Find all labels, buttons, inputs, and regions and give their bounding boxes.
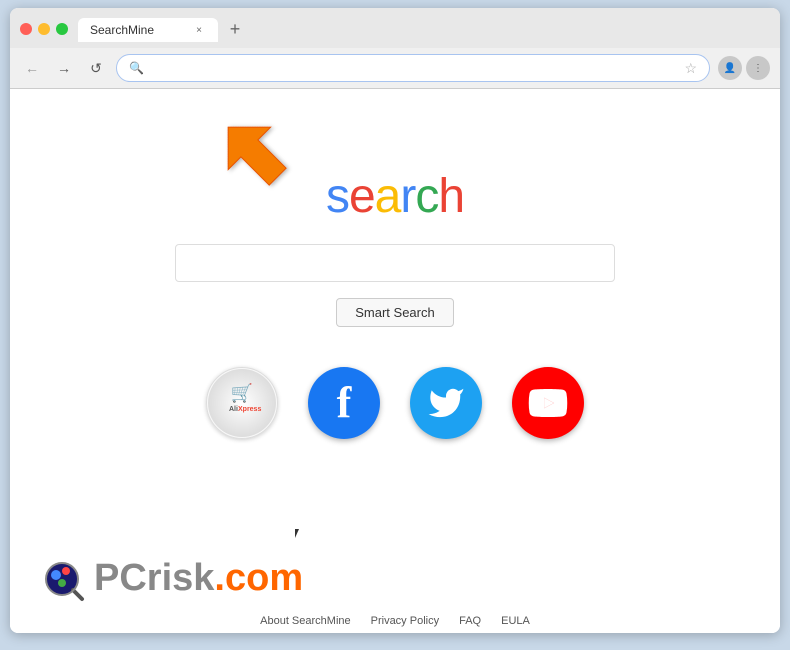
arrow-container xyxy=(210,109,310,214)
reload-button[interactable]: ↺ xyxy=(84,56,108,80)
svg-text:Ali: Ali xyxy=(229,406,238,413)
facebook-shortcut[interactable]: f xyxy=(308,367,380,439)
address-bar[interactable]: 🔍 ☆ xyxy=(116,54,710,82)
mouse-cursor xyxy=(295,529,301,539)
tab-title: SearchMine xyxy=(90,23,154,37)
minimize-button[interactable] xyxy=(38,23,50,35)
logo-letter-a: a xyxy=(375,170,401,223)
smart-search-button[interactable]: Smart Search xyxy=(336,298,453,327)
browser-window: SearchMine × + ← → ↺ 🔍 ☆ 👤 ⋮ xyxy=(10,8,780,633)
orange-arrow-icon xyxy=(210,109,310,209)
address-input[interactable] xyxy=(150,61,678,76)
twitter-shortcut[interactable] xyxy=(410,367,482,439)
menu-icon[interactable]: ⋮ xyxy=(746,56,770,80)
svg-text:Xpress: Xpress xyxy=(238,406,261,413)
svg-text:🛒: 🛒 xyxy=(231,382,253,403)
com-part: .com xyxy=(214,557,303,599)
footer-links: About SearchMine Privacy Policy FAQ EULA xyxy=(10,615,780,627)
forward-icon: → xyxy=(57,60,71,76)
profile-icon[interactable]: 👤 xyxy=(718,56,742,80)
search-input[interactable] xyxy=(175,244,615,282)
address-search-icon: 🔍 xyxy=(129,61,144,75)
risk-part: risk xyxy=(147,557,215,599)
aliexpress-shortcut[interactable]: 🛒 Ali Xpress xyxy=(206,367,278,439)
page-content: search Smart Search xyxy=(10,89,780,633)
forward-button[interactable]: → xyxy=(52,56,76,80)
tab-close-button[interactable]: × xyxy=(192,23,206,37)
pc-part: PC xyxy=(94,557,147,599)
close-button[interactable] xyxy=(20,23,32,35)
twitter-bird-icon xyxy=(427,384,465,422)
logo-letter-h: h xyxy=(438,170,464,223)
logo-letter-c: c xyxy=(415,170,438,223)
eula-link[interactable]: EULA xyxy=(501,615,530,627)
aliexpress-icon: 🛒 Ali Xpress xyxy=(208,369,276,437)
toolbar-icons: 👤 ⋮ xyxy=(718,56,770,80)
pcrisk-text: PCrisk.com xyxy=(94,557,303,600)
search-logo: search xyxy=(326,169,464,224)
reload-icon: ↺ xyxy=(90,60,102,77)
logo-letter-r: r xyxy=(400,170,415,223)
maximize-button[interactable] xyxy=(56,23,68,35)
pcrisk-logo: PCrisk.com xyxy=(40,553,303,603)
address-bar-container: ← → ↺ 🔍 ☆ 👤 ⋮ xyxy=(10,48,780,89)
privacy-policy-link[interactable]: Privacy Policy xyxy=(371,615,439,627)
pcrisk-logo-icon xyxy=(40,553,90,603)
logo-letter-e: e xyxy=(349,170,375,223)
back-icon: ← xyxy=(25,60,39,76)
faq-link[interactable]: FAQ xyxy=(459,615,481,627)
tab-bar: SearchMine × + xyxy=(78,16,248,42)
active-tab[interactable]: SearchMine × xyxy=(78,18,218,42)
search-input-wrapper xyxy=(175,244,615,282)
title-bar: SearchMine × + xyxy=(10,8,780,48)
facebook-f-letter: f xyxy=(337,381,352,425)
new-tab-button[interactable]: + xyxy=(222,16,248,42)
back-button[interactable]: ← xyxy=(20,56,44,80)
window-buttons xyxy=(20,23,68,35)
bookmark-star-icon[interactable]: ☆ xyxy=(684,60,697,77)
about-searchmine-link[interactable]: About SearchMine xyxy=(260,615,351,627)
logo-letter-s: s xyxy=(326,170,349,223)
shortcuts-row: 🛒 Ali Xpress f xyxy=(206,367,584,439)
youtube-shortcut[interactable] xyxy=(512,367,584,439)
youtube-play-icon xyxy=(527,382,569,424)
